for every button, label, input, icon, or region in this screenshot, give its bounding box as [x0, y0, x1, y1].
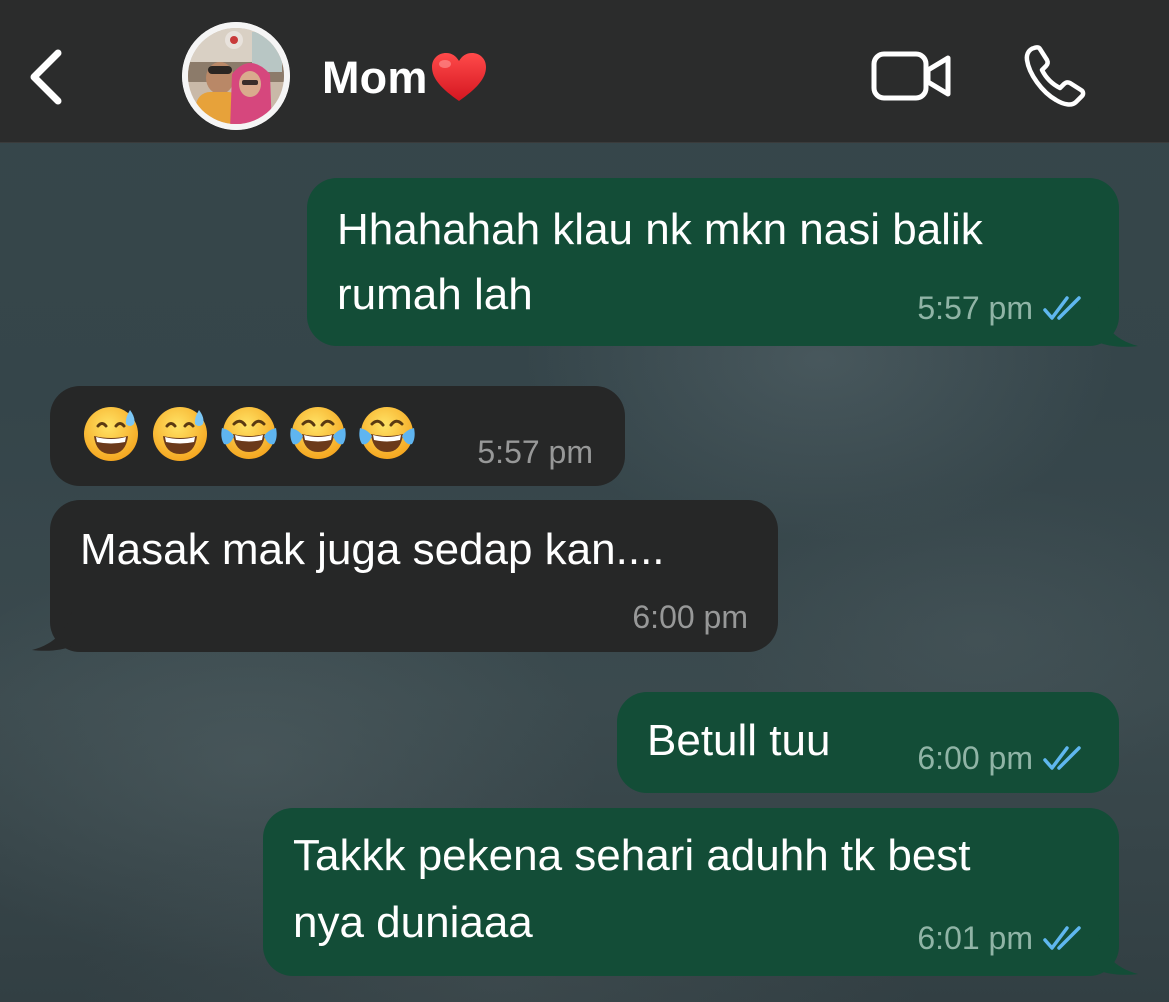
message-meta: 5:57 pm	[917, 288, 1089, 328]
double-check-read-icon	[1043, 746, 1081, 770]
bubble-tail	[1098, 934, 1138, 975]
message-meta: 6:01 pm	[917, 918, 1089, 958]
contact-name[interactable]: Mom	[322, 48, 488, 108]
message-text-line: Masak mak juga sedap kan....	[80, 525, 665, 574]
message-time: 6:01 pm	[917, 920, 1033, 956]
back-button[interactable]	[18, 42, 74, 112]
face-with-tears-of-joy-icon	[290, 407, 346, 459]
message-time: 6:00 pm	[632, 599, 748, 635]
chat-header: Mom	[0, 0, 1169, 143]
message-text-line: Hhahahah klau nk mkn nasi balik	[337, 205, 983, 254]
bubble-tail	[1098, 306, 1138, 347]
contact-name-text: Mom	[322, 52, 428, 103]
phone-icon	[1024, 45, 1086, 107]
grinning-face-with-sweat-icon	[153, 407, 207, 461]
avatar-photo	[182, 22, 290, 130]
message-text-line: nya duniaaa	[293, 898, 533, 947]
emoji-row	[82, 404, 416, 462]
double-check-read-icon	[1043, 296, 1081, 320]
message-bubble-outgoing[interactable]: Takkk pekena sehari aduhh tk best nya du…	[263, 808, 1119, 976]
chevron-left-icon	[30, 49, 62, 105]
message-meta: 6:00 pm	[632, 597, 748, 637]
message-time: 5:57 pm	[477, 434, 593, 470]
message-meta: 6:00 pm	[917, 738, 1089, 778]
avatar[interactable]	[182, 22, 290, 130]
message-meta: 5:57 pm	[477, 432, 593, 472]
message-text-line: Takkk pekena sehari aduhh tk best	[293, 831, 971, 880]
message-bubble-incoming[interactable]: 5:57 pm	[50, 386, 625, 486]
message-time: 5:57 pm	[917, 290, 1033, 326]
face-with-tears-of-joy-icon	[359, 407, 415, 459]
message-bubble-incoming[interactable]: Masak mak juga sedap kan.... 6:00 pm	[50, 500, 778, 652]
message-text-line: Betull tuu	[647, 716, 831, 765]
double-check-read-icon	[1043, 926, 1081, 950]
red-heart-emoji-icon	[431, 53, 486, 101]
video-call-button[interactable]	[870, 46, 954, 106]
voice-call-button[interactable]	[1020, 40, 1092, 112]
message-text-line: rumah lah	[337, 270, 533, 319]
message-time: 6:00 pm	[917, 740, 1033, 776]
chat-screen: Mom Hhahahah klau nk mkn nasi balik ruma…	[0, 0, 1169, 1002]
bubble-tail	[32, 610, 72, 651]
video-camera-icon	[871, 51, 951, 101]
message-bubble-outgoing[interactable]: Betull tuu 6:00 pm	[617, 692, 1119, 793]
face-with-tears-of-joy-icon	[221, 407, 277, 459]
grinning-face-with-sweat-icon	[84, 407, 138, 461]
message-bubble-outgoing[interactable]: Hhahahah klau nk mkn nasi balik rumah la…	[307, 178, 1119, 346]
